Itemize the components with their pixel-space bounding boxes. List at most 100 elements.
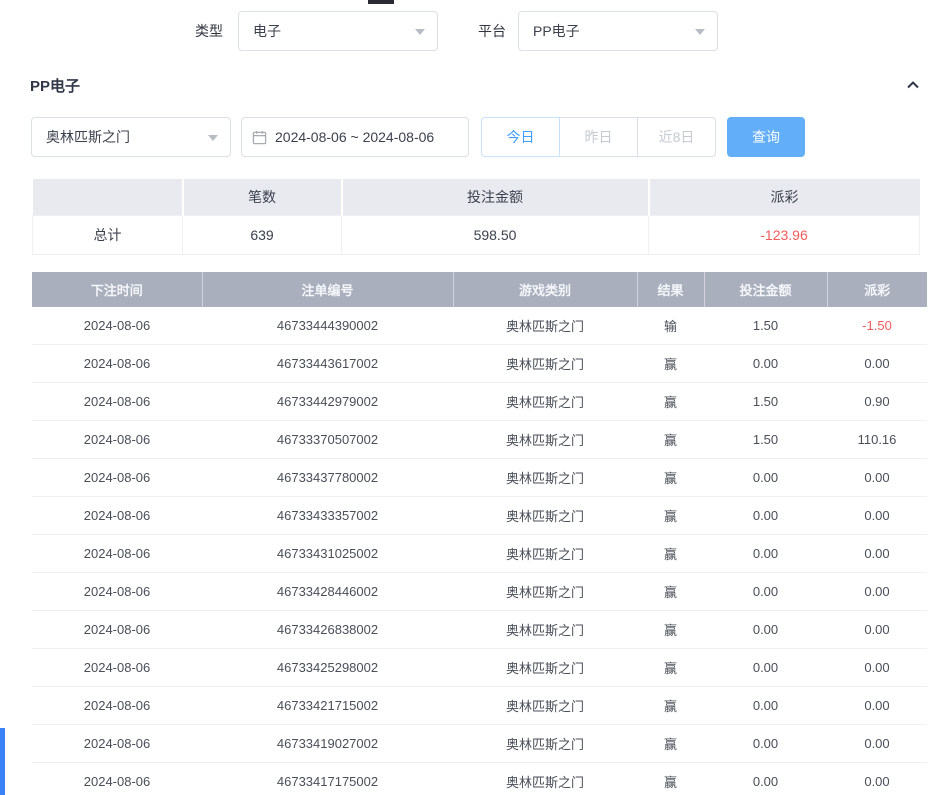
game-type-cell: 奥林匹斯之门 [453,497,637,535]
table-row: 2024-08-0646733443617002奥林匹斯之门赢0.000.00 [32,345,927,383]
result-cell: 赢 [637,421,704,459]
platform-select-value: PP电子 [533,21,580,41]
game-type-cell: 奥林匹斯之门 [453,383,637,421]
table-row: 2024-08-0646733442979002奥林匹斯之门赢1.500.90 [32,383,927,421]
left-scroll-indicator[interactable] [0,728,5,795]
bet-amount-cell: 0.00 [704,535,827,573]
game-type-cell: 奥林匹斯之门 [453,611,637,649]
order-number-cell: 46733419027002 [202,725,453,763]
last8days-button[interactable]: 近8日 [637,117,716,157]
payout-cell: -1.50 [827,307,927,345]
table-row: 2024-08-0646733370507002奥林匹斯之门赢1.50110.1… [32,421,927,459]
bet-amount-cell: 1.50 [704,383,827,421]
game-type-cell: 奥林匹斯之门 [453,687,637,725]
payout-cell: 0.00 [827,763,927,795]
chevron-down-icon [415,29,425,35]
filter-row: 奥林匹斯之门 2024-08-06 ~ 2024-08-06 今日 昨日 近8日… [31,117,951,157]
payout-cell: 0.00 [827,611,927,649]
date-range-picker[interactable]: 2024-08-06 ~ 2024-08-06 [241,117,469,157]
order-number-cell: 46733370507002 [202,421,453,459]
yesterday-button[interactable]: 昨日 [559,117,638,157]
bet-time-cell: 2024-08-06 [32,345,202,383]
section-title: PP电子 [30,75,80,96]
bet-amount-cell: 1.50 [704,307,827,345]
bet-records-table: 下注时间 注单编号 游戏类别 结果 投注金额 派彩 2024-08-064673… [32,272,927,795]
game-type-cell: 奥林匹斯之门 [453,649,637,687]
table-row: 2024-08-0646733431025002奥林匹斯之门赢0.000.00 [32,535,927,573]
summary-payout-value: -123.96 [649,215,920,254]
table-row: 2024-08-0646733419027002奥林匹斯之门赢0.000.00 [32,725,927,763]
section-header: PP电子 [30,75,921,95]
result-cell: 赢 [637,573,704,611]
bet-amount-cell: 0.00 [704,649,827,687]
payout-cell: 0.00 [827,459,927,497]
bet-amount-cell: 0.00 [704,763,827,795]
payout-cell: 110.16 [827,421,927,459]
type-label: 类型 [195,21,223,41]
bet-amount-cell: 1.50 [704,421,827,459]
game-type-cell: 奥林匹斯之门 [453,573,637,611]
summary-bet-amount-value: 598.50 [342,215,649,254]
header-bet-time: 下注时间 [32,272,202,307]
result-cell: 赢 [637,763,704,795]
query-button[interactable]: 查询 [727,117,805,157]
order-number-cell: 46733437780002 [202,459,453,497]
result-cell: 赢 [637,383,704,421]
summary-header-row: 笔数 投注金额 派彩 [33,179,920,215]
order-number-cell: 46733426838002 [202,611,453,649]
result-cell: 赢 [637,345,704,383]
result-cell: 赢 [637,497,704,535]
summary-total-row: 总计 639 598.50 -123.96 [33,215,920,254]
bet-time-cell: 2024-08-06 [32,421,202,459]
game-type-cell: 奥林匹斯之门 [453,307,637,345]
chevron-up-icon[interactable] [905,77,921,93]
top-partial-element [368,0,394,4]
game-type-cell: 奥林匹斯之门 [453,535,637,573]
platform-label: 平台 [478,21,506,41]
today-button[interactable]: 今日 [481,117,560,157]
result-cell: 赢 [637,649,704,687]
header-bet-amount: 投注金额 [704,272,827,307]
order-number-cell: 46733421715002 [202,687,453,725]
summary-count-value: 639 [183,215,342,254]
summary-header-empty [33,179,183,215]
order-number-cell: 46733443617002 [202,345,453,383]
result-cell: 赢 [637,535,704,573]
bet-time-cell: 2024-08-06 [32,573,202,611]
order-number-cell: 46733444390002 [202,307,453,345]
bet-time-cell: 2024-08-06 [32,611,202,649]
chevron-down-icon [208,135,218,141]
platform-select[interactable]: PP电子 [518,11,718,51]
type-select[interactable]: 电子 [238,11,438,51]
table-row: 2024-08-0646733425298002奥林匹斯之门赢0.000.00 [32,649,927,687]
quick-date-button-group: 今日 昨日 近8日 [481,117,716,157]
payout-cell: 0.00 [827,573,927,611]
date-range-value: 2024-08-06 ~ 2024-08-06 [275,129,434,145]
result-cell: 赢 [637,725,704,763]
chevron-down-icon [695,29,705,35]
payout-cell: 0.00 [827,497,927,535]
calendar-icon [252,130,267,145]
game-select-value: 奥林匹斯之门 [46,127,130,147]
bet-amount-cell: 0.00 [704,725,827,763]
bet-amount-cell: 0.00 [704,611,827,649]
bet-time-cell: 2024-08-06 [32,763,202,795]
order-number-cell: 46733442979002 [202,383,453,421]
table-row: 2024-08-0646733426838002奥林匹斯之门赢0.000.00 [32,611,927,649]
summary-total-label: 总计 [33,215,183,254]
game-type-cell: 奥林匹斯之门 [453,459,637,497]
payout-cell: 0.00 [827,687,927,725]
bet-time-cell: 2024-08-06 [32,535,202,573]
result-cell: 赢 [637,459,704,497]
bet-time-cell: 2024-08-06 [32,497,202,535]
table-row: 2024-08-0646733444390002奥林匹斯之门输1.50-1.50 [32,307,927,345]
game-type-cell: 奥林匹斯之门 [453,421,637,459]
payout-cell: 0.00 [827,345,927,383]
bet-time-cell: 2024-08-06 [32,459,202,497]
game-select[interactable]: 奥林匹斯之门 [31,117,231,157]
game-type-cell: 奥林匹斯之门 [453,345,637,383]
summary-header-count: 笔数 [183,179,342,215]
table-row: 2024-08-0646733428446002奥林匹斯之门赢0.000.00 [32,573,927,611]
type-select-value: 电子 [253,21,281,41]
order-number-cell: 46733428446002 [202,573,453,611]
